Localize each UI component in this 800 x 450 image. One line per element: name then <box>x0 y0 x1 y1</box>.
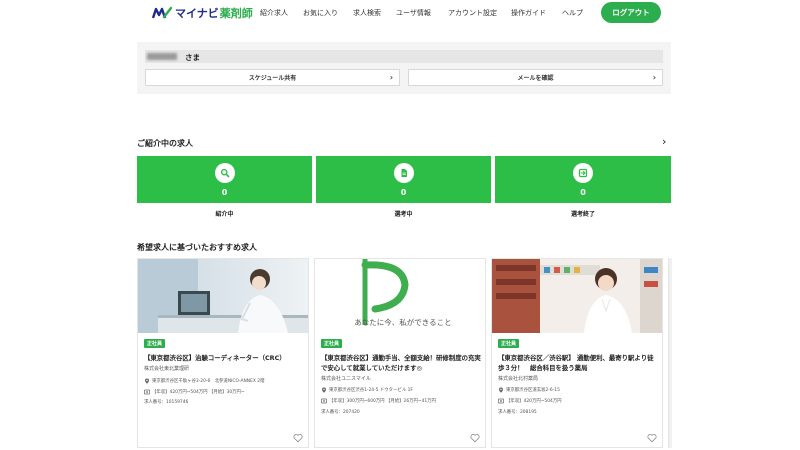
exit-icon <box>578 168 588 178</box>
status-label-introducing: 紹介中 <box>215 211 234 218</box>
status-card-selection[interactable]: 0 <box>316 156 491 203</box>
job-salary-text: 【年収】300万円~600万円 【月給】26万円~41万円 <box>329 399 436 404</box>
mynavi-logo[interactable]: マイナビ 薬剤師 <box>152 4 253 22</box>
status-card-introducing[interactable]: 0 <box>137 156 312 203</box>
status-count: 0 <box>400 188 407 197</box>
favorite-heart-icon[interactable] <box>647 433 657 443</box>
company-slogan: あなたに今、私ができること <box>354 318 452 327</box>
status-card-finished[interactable]: 0 <box>495 156 671 203</box>
nav-item-job-search[interactable]: 求人検索 <box>353 8 381 18</box>
user-panel: さま スケジュール共有 › メールを確認 › <box>137 42 671 94</box>
nav-item-account-settings[interactable]: アカウント設定 <box>448 8 497 18</box>
job-photo-pharmacy <box>492 259 662 333</box>
user-honorific: さま <box>185 53 200 62</box>
employment-type-badge: 正社員 <box>144 339 166 348</box>
status-icon-circle <box>573 163 593 183</box>
job-number: 求人番号：10159746 <box>144 400 189 405</box>
job-address-text: 東京都渋谷区道玄坂2-6-15 <box>506 388 560 393</box>
logo-text: マイナビ <box>175 7 219 20</box>
job-title[interactable]: 【東京都渋谷区／渋谷駅】 通勤便利、最寄り駅より徒歩３分！ 総合科目を扱う薬局 <box>498 353 658 373</box>
favorite-heart-icon[interactable] <box>470 433 480 443</box>
nav-item-introduced-jobs[interactable]: 紹介求人 <box>260 8 288 18</box>
location-pin-icon <box>145 378 149 384</box>
job-salary-text: 【年収】420万円~504万円 【月給】30万円~ <box>152 390 245 395</box>
schedule-share-label: スケジュール共有 <box>248 75 297 82</box>
user-name-bar: さま <box>145 50 663 63</box>
salary-icon <box>144 389 150 395</box>
job-address: 東京都渋谷区渋谷1-24-5 ドウタービル 1F <box>321 387 413 393</box>
salary-icon <box>321 398 327 404</box>
location-pin-icon <box>499 387 503 393</box>
job-number: 求人番号：207420 <box>321 410 360 415</box>
chevron-right-icon: › <box>389 73 393 82</box>
document-icon <box>401 169 407 177</box>
job-card[interactable]: 正社員 【東京都渋谷区／渋谷駅】 通勤便利、最寄り駅より徒歩３分！ 総合科目を扱… <box>491 258 663 448</box>
top-header: マイナビ 薬剤師 紹介求人 お気に入り 求人検索 ユーザ情報 アカウント設定 操… <box>0 0 800 26</box>
nav-item-user-info[interactable]: ユーザ情報 <box>396 8 431 18</box>
job-company: 株式会社北村薬局 <box>498 376 539 382</box>
chevron-right-icon[interactable]: › <box>662 135 666 148</box>
job-address: 東京都渋谷区千駄ヶ谷3-20-6 北参道NICO-ANNEX 2階 <box>144 378 264 384</box>
user-name-redacted <box>147 53 177 60</box>
job-address-text: 東京都渋谷区渋谷1-24-5 ドウタービル 1F <box>329 388 413 393</box>
chevron-right-icon: › <box>652 73 656 82</box>
job-company: 株式会社ユニスマイル <box>321 376 371 382</box>
recommended-section-title: 希望求人に基づいたおすすめ求人 <box>137 243 257 252</box>
job-salary-text: 【年収】420万円~504万円 <box>506 399 562 404</box>
job-card[interactable]: あなたに今、私ができること 正社員 【東京都渋谷区】通勤手当、全額支給！研修制度… <box>314 258 486 448</box>
location-pin-icon <box>322 387 326 393</box>
status-label-selection: 選考中 <box>394 211 413 218</box>
job-address: 東京都渋谷区道玄坂2-6-15 <box>498 387 560 393</box>
check-mail-label: メールを確認 <box>517 75 554 82</box>
job-photo-logo: あなたに今、私ができること <box>315 259 485 333</box>
search-icon <box>220 168 229 178</box>
job-address-text: 東京都渋谷区千駄ヶ谷3-20-6 北参道NICO-ANNEX 2階 <box>152 379 265 384</box>
status-count: 0 <box>221 188 228 197</box>
status-icon-circle <box>214 163 235 183</box>
nav-item-favorites[interactable]: お気に入り <box>303 8 338 18</box>
status-label-finished: 選考終了 <box>570 211 595 218</box>
job-company: 株式会社東北業理研 <box>144 366 190 372</box>
job-number: 求人番号：208195 <box>498 410 537 415</box>
check-mail-button[interactable]: メールを確認 › <box>408 69 663 86</box>
schedule-share-button[interactable]: スケジュール共有 › <box>145 69 400 86</box>
next-job-card-peek[interactable] <box>668 258 672 448</box>
job-card[interactable]: 正社員 【東京都渋谷区】治験コーディネーター（CRC） 株式会社東北業理研 東京… <box>137 258 309 448</box>
job-title[interactable]: 【東京都渋谷区】治験コーディネーター（CRC） <box>144 353 304 363</box>
job-photo-lab <box>138 259 308 333</box>
job-salary: 【年収】300万円~600万円 【月給】26万円~41万円 <box>321 398 436 404</box>
status-count: 0 <box>580 188 586 197</box>
nav-item-help[interactable]: ヘルプ <box>562 8 583 18</box>
status-icon-circle <box>393 163 414 183</box>
favorite-heart-icon[interactable] <box>293 433 303 443</box>
introduced-section-title: ご紹介中の求人 <box>137 139 193 148</box>
nav-item-guide[interactable]: 操作ガイド <box>511 8 546 18</box>
job-salary: 【年収】420万円~504万円 <box>498 398 562 404</box>
logout-button[interactable]: ログアウト <box>601 2 661 23</box>
job-salary: 【年収】420万円~504万円 【月給】30万円~ <box>144 389 245 395</box>
employment-type-badge: 正社員 <box>498 339 520 348</box>
job-title[interactable]: 【東京都渋谷区】通勤手当、全額支給！研修制度の充実で安心して就業していただけます… <box>321 353 481 373</box>
employment-type-badge: 正社員 <box>321 339 343 348</box>
logo-mark-icon <box>152 6 172 19</box>
salary-icon <box>498 398 504 404</box>
logo-sub-text: 薬剤師 <box>219 7 253 20</box>
